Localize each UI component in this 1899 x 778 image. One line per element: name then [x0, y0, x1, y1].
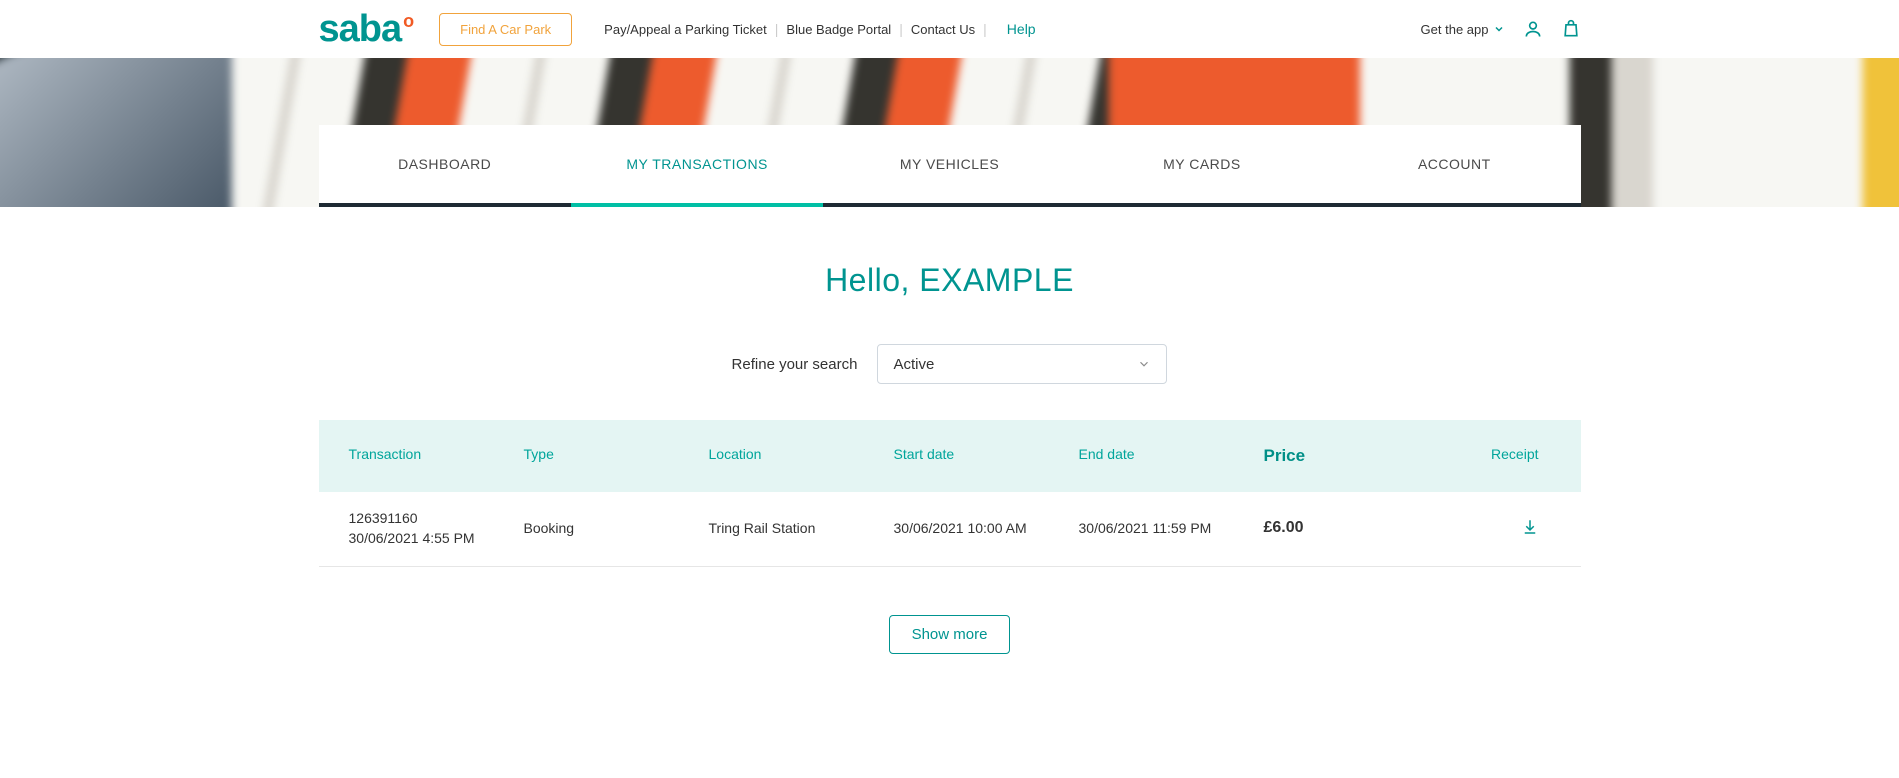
user-icon[interactable]: [1523, 19, 1543, 39]
nav-contact[interactable]: Contact Us: [909, 22, 977, 37]
account-tabs: DASHBOARD MY TRANSACTIONS MY VEHICLES MY…: [319, 125, 1581, 207]
chevron-down-icon: [1137, 357, 1151, 371]
cell-transaction: 126391160 30/06/2021 4:55 PM: [349, 510, 524, 546]
main-content: Hello, EXAMPLE Refine your search Active…: [319, 262, 1581, 654]
nav-help[interactable]: Help: [1007, 21, 1036, 37]
refine-selected-value: Active: [893, 356, 934, 373]
hero-banner: DASHBOARD MY TRANSACTIONS MY VEHICLES MY…: [0, 58, 1899, 207]
transaction-timestamp: 30/06/2021 4:55 PM: [349, 530, 524, 546]
chevron-down-icon: [1493, 23, 1505, 35]
col-transaction: Transaction: [349, 446, 524, 466]
refine-select[interactable]: Active: [877, 344, 1167, 384]
tab-my-transactions[interactable]: MY TRANSACTIONS: [571, 125, 823, 207]
logo-accent-icon: o: [403, 12, 413, 30]
tab-my-cards[interactable]: MY CARDS: [1076, 125, 1328, 207]
cell-type: Booking: [524, 520, 709, 536]
get-app-label: Get the app: [1421, 22, 1489, 37]
get-the-app-dropdown[interactable]: Get the app: [1421, 22, 1505, 37]
download-icon: [1521, 518, 1539, 536]
refine-label: Refine your search: [732, 356, 858, 373]
nav-separator: |: [899, 21, 903, 37]
nav-pay-ticket[interactable]: Pay/Appeal a Parking Ticket: [602, 22, 769, 37]
refine-row: Refine your search Active: [319, 344, 1581, 384]
show-more-button[interactable]: Show more: [889, 615, 1011, 654]
col-price: Price: [1264, 446, 1439, 466]
col-location: Location: [709, 446, 894, 466]
table-header: Transaction Type Location Start date End…: [319, 420, 1581, 492]
bag-icon[interactable]: [1561, 19, 1581, 39]
transactions-table: Transaction Type Location Start date End…: [319, 420, 1581, 567]
logo-text: saba: [319, 10, 402, 48]
logo[interactable]: saba o: [319, 10, 412, 48]
nav-separator: |: [983, 21, 987, 37]
col-type: Type: [524, 446, 709, 466]
cell-receipt: [1439, 518, 1539, 539]
col-start-date: Start date: [894, 446, 1079, 466]
col-receipt: Receipt: [1439, 446, 1539, 466]
tab-dashboard[interactable]: DASHBOARD: [319, 125, 571, 207]
table-row: 126391160 30/06/2021 4:55 PM Booking Tri…: [319, 492, 1581, 567]
cell-location: Tring Rail Station: [709, 520, 894, 536]
transaction-id: 126391160: [349, 510, 524, 526]
tab-my-vehicles[interactable]: MY VEHICLES: [823, 125, 1075, 207]
header-right: Get the app: [1421, 19, 1581, 39]
top-nav: Pay/Appeal a Parking Ticket | Blue Badge…: [602, 21, 1035, 37]
cell-end-date: 30/06/2021 11:59 PM: [1079, 520, 1264, 536]
cell-price: £6.00: [1264, 519, 1439, 537]
col-end-date: End date: [1079, 446, 1264, 466]
cell-start-date: 30/06/2021 10:00 AM: [894, 520, 1079, 536]
find-car-park-button[interactable]: Find A Car Park: [439, 13, 572, 46]
download-receipt-button[interactable]: [1521, 518, 1539, 536]
greeting-title: Hello, EXAMPLE: [319, 262, 1581, 299]
nav-separator: |: [775, 21, 779, 37]
top-header: saba o Find A Car Park Pay/Appeal a Park…: [319, 0, 1581, 58]
nav-blue-badge[interactable]: Blue Badge Portal: [784, 22, 893, 37]
tab-account[interactable]: ACCOUNT: [1328, 125, 1580, 207]
